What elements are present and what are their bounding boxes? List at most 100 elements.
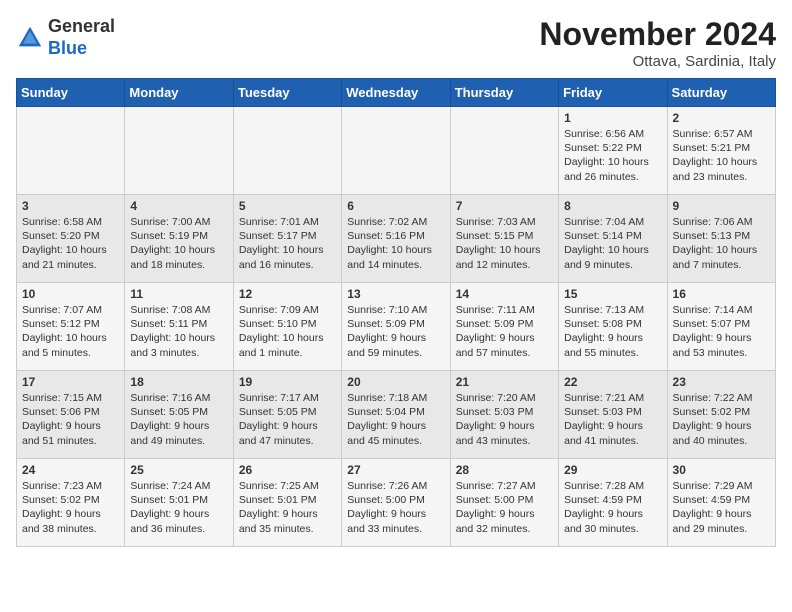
day-number: 24 [22,463,119,477]
calendar-cell: 13 Sunrise: 7:10 AM Sunset: 5:09 PM Dayli… [342,283,450,371]
day-number: 20 [347,375,444,389]
day-number: 15 [564,287,661,301]
calendar-cell: 21 Sunrise: 7:20 AM Sunset: 5:03 PM Dayli… [450,371,558,459]
calendar-cell: 17 Sunrise: 7:15 AM Sunset: 5:06 PM Dayli… [17,371,125,459]
day-header-friday: Friday [559,79,667,107]
calendar-cell: 9Sunrise: 7:06 AM Sunset: 5:13 PM Daylig… [667,195,775,283]
cell-content: Sunrise: 7:10 AM Sunset: 5:09 PM Dayligh… [347,303,444,360]
calendar-table: SundayMondayTuesdayWednesdayThursdayFrid… [16,78,776,547]
day-number: 28 [456,463,553,477]
day-number: 9 [673,199,770,213]
calendar-cell: 24 Sunrise: 7:23 AM Sunset: 5:02 PM Dayli… [17,459,125,547]
cell-content: Sunrise: 6:57 AM Sunset: 5:21 PM Dayligh… [673,127,770,184]
calendar-cell: 14 Sunrise: 7:11 AM Sunset: 5:09 PM Dayli… [450,283,558,371]
title-area: November 2024 Ottava, Sardinia, Italy [539,16,776,70]
cell-content: Sunrise: 7:20 AM Sunset: 5:03 PM Dayligh… [456,391,553,448]
calendar-cell [17,107,125,195]
calendar-cell: 27 Sunrise: 7:26 AM Sunset: 5:00 PM Dayli… [342,459,450,547]
calendar-cell: 28 Sunrise: 7:27 AM Sunset: 5:00 PM Dayli… [450,459,558,547]
cell-content: Sunrise: 6:58 AM Sunset: 5:20 PM Dayligh… [22,215,119,272]
day-number: 7 [456,199,553,213]
calendar-cell: 2Sunrise: 6:57 AM Sunset: 5:21 PM Daylig… [667,107,775,195]
cell-content: Sunrise: 7:02 AM Sunset: 5:16 PM Dayligh… [347,215,444,272]
logo-general: General [48,16,115,36]
cell-content: Sunrise: 7:14 AM Sunset: 5:07 PM Dayligh… [673,303,770,360]
day-header-tuesday: Tuesday [233,79,341,107]
calendar-cell: 16 Sunrise: 7:14 AM Sunset: 5:07 PM Dayli… [667,283,775,371]
week-row: 3Sunrise: 6:58 AM Sunset: 5:20 PM Daylig… [17,195,776,283]
day-number: 6 [347,199,444,213]
week-row: 10Sunrise: 7:07 AM Sunset: 5:12 PM Dayli… [17,283,776,371]
day-header-saturday: Saturday [667,79,775,107]
day-number: 17 [22,375,119,389]
cell-content: Sunrise: 7:13 AM Sunset: 5:08 PM Dayligh… [564,303,661,360]
calendar-cell: 30Sunrise: 7:29 AM Sunset: 4:59 PM Dayli… [667,459,775,547]
day-number: 25 [130,463,227,477]
week-row: 17 Sunrise: 7:15 AM Sunset: 5:06 PM Dayli… [17,371,776,459]
day-number: 18 [130,375,227,389]
logo-blue: Blue [48,38,87,58]
cell-content: Sunrise: 6:56 AM Sunset: 5:22 PM Dayligh… [564,127,661,184]
day-number: 11 [130,287,227,301]
cell-content: Sunrise: 7:15 AM Sunset: 5:06 PM Dayligh… [22,391,119,448]
day-number: 27 [347,463,444,477]
calendar-cell: 1 Sunrise: 6:56 AM Sunset: 5:22 PM Daylig… [559,107,667,195]
cell-content: Sunrise: 7:17 AM Sunset: 5:05 PM Dayligh… [239,391,336,448]
cell-content: Sunrise: 7:00 AM Sunset: 5:19 PM Dayligh… [130,215,227,272]
cell-content: Sunrise: 7:04 AM Sunset: 5:14 PM Dayligh… [564,215,661,272]
calendar-cell: 25Sunrise: 7:24 AM Sunset: 5:01 PM Dayli… [125,459,233,547]
cell-content: Sunrise: 7:23 AM Sunset: 5:02 PM Dayligh… [22,479,119,536]
calendar-cell: 8 Sunrise: 7:04 AM Sunset: 5:14 PM Daylig… [559,195,667,283]
cell-content: Sunrise: 7:09 AM Sunset: 5:10 PM Dayligh… [239,303,336,360]
calendar-cell: 12 Sunrise: 7:09 AM Sunset: 5:10 PM Dayli… [233,283,341,371]
cell-content: Sunrise: 7:03 AM Sunset: 5:15 PM Dayligh… [456,215,553,272]
day-number: 4 [130,199,227,213]
day-header-wednesday: Wednesday [342,79,450,107]
day-number: 16 [673,287,770,301]
calendar-cell: 3Sunrise: 6:58 AM Sunset: 5:20 PM Daylig… [17,195,125,283]
day-number: 8 [564,199,661,213]
logo-icon [16,24,44,52]
cell-content: Sunrise: 7:08 AM Sunset: 5:11 PM Dayligh… [130,303,227,360]
calendar-cell: 10Sunrise: 7:07 AM Sunset: 5:12 PM Dayli… [17,283,125,371]
calendar-cell [125,107,233,195]
calendar-cell: 6 Sunrise: 7:02 AM Sunset: 5:16 PM Daylig… [342,195,450,283]
location: Ottava, Sardinia, Italy [539,53,776,70]
calendar-cell: 15 Sunrise: 7:13 AM Sunset: 5:08 PM Dayli… [559,283,667,371]
day-number: 21 [456,375,553,389]
calendar-cell: 26 Sunrise: 7:25 AM Sunset: 5:01 PM Dayli… [233,459,341,547]
calendar-cell [342,107,450,195]
header: General Blue November 2024 Ottava, Sardi… [16,16,776,70]
cell-content: Sunrise: 7:21 AM Sunset: 5:03 PM Dayligh… [564,391,661,448]
cell-content: Sunrise: 7:29 AM Sunset: 4:59 PM Dayligh… [673,479,770,536]
day-header-monday: Monday [125,79,233,107]
logo-text: General Blue [48,16,115,59]
cell-content: Sunrise: 7:27 AM Sunset: 5:00 PM Dayligh… [456,479,553,536]
calendar-header: SundayMondayTuesdayWednesdayThursdayFrid… [17,79,776,107]
day-number: 14 [456,287,553,301]
calendar-cell: 22 Sunrise: 7:21 AM Sunset: 5:03 PM Dayli… [559,371,667,459]
day-number: 26 [239,463,336,477]
cell-content: Sunrise: 7:22 AM Sunset: 5:02 PM Dayligh… [673,391,770,448]
day-number: 29 [564,463,661,477]
calendar-body: 1 Sunrise: 6:56 AM Sunset: 5:22 PM Daylig… [17,107,776,547]
calendar-cell [233,107,341,195]
calendar-cell: 4 Sunrise: 7:00 AM Sunset: 5:19 PM Daylig… [125,195,233,283]
day-number: 12 [239,287,336,301]
calendar-cell: 19 Sunrise: 7:17 AM Sunset: 5:05 PM Dayli… [233,371,341,459]
cell-content: Sunrise: 7:16 AM Sunset: 5:05 PM Dayligh… [130,391,227,448]
cell-content: Sunrise: 7:28 AM Sunset: 4:59 PM Dayligh… [564,479,661,536]
cell-content: Sunrise: 7:07 AM Sunset: 5:12 PM Dayligh… [22,303,119,360]
cell-content: Sunrise: 7:18 AM Sunset: 5:04 PM Dayligh… [347,391,444,448]
cell-content: Sunrise: 7:11 AM Sunset: 5:09 PM Dayligh… [456,303,553,360]
month-title: November 2024 [539,16,776,53]
day-number: 13 [347,287,444,301]
week-row: 1 Sunrise: 6:56 AM Sunset: 5:22 PM Daylig… [17,107,776,195]
day-number: 22 [564,375,661,389]
cell-content: Sunrise: 7:25 AM Sunset: 5:01 PM Dayligh… [239,479,336,536]
day-number: 1 [564,111,661,125]
calendar-cell: 5Sunrise: 7:01 AM Sunset: 5:17 PM Daylig… [233,195,341,283]
cell-content: Sunrise: 7:26 AM Sunset: 5:00 PM Dayligh… [347,479,444,536]
day-number: 19 [239,375,336,389]
day-number: 5 [239,199,336,213]
